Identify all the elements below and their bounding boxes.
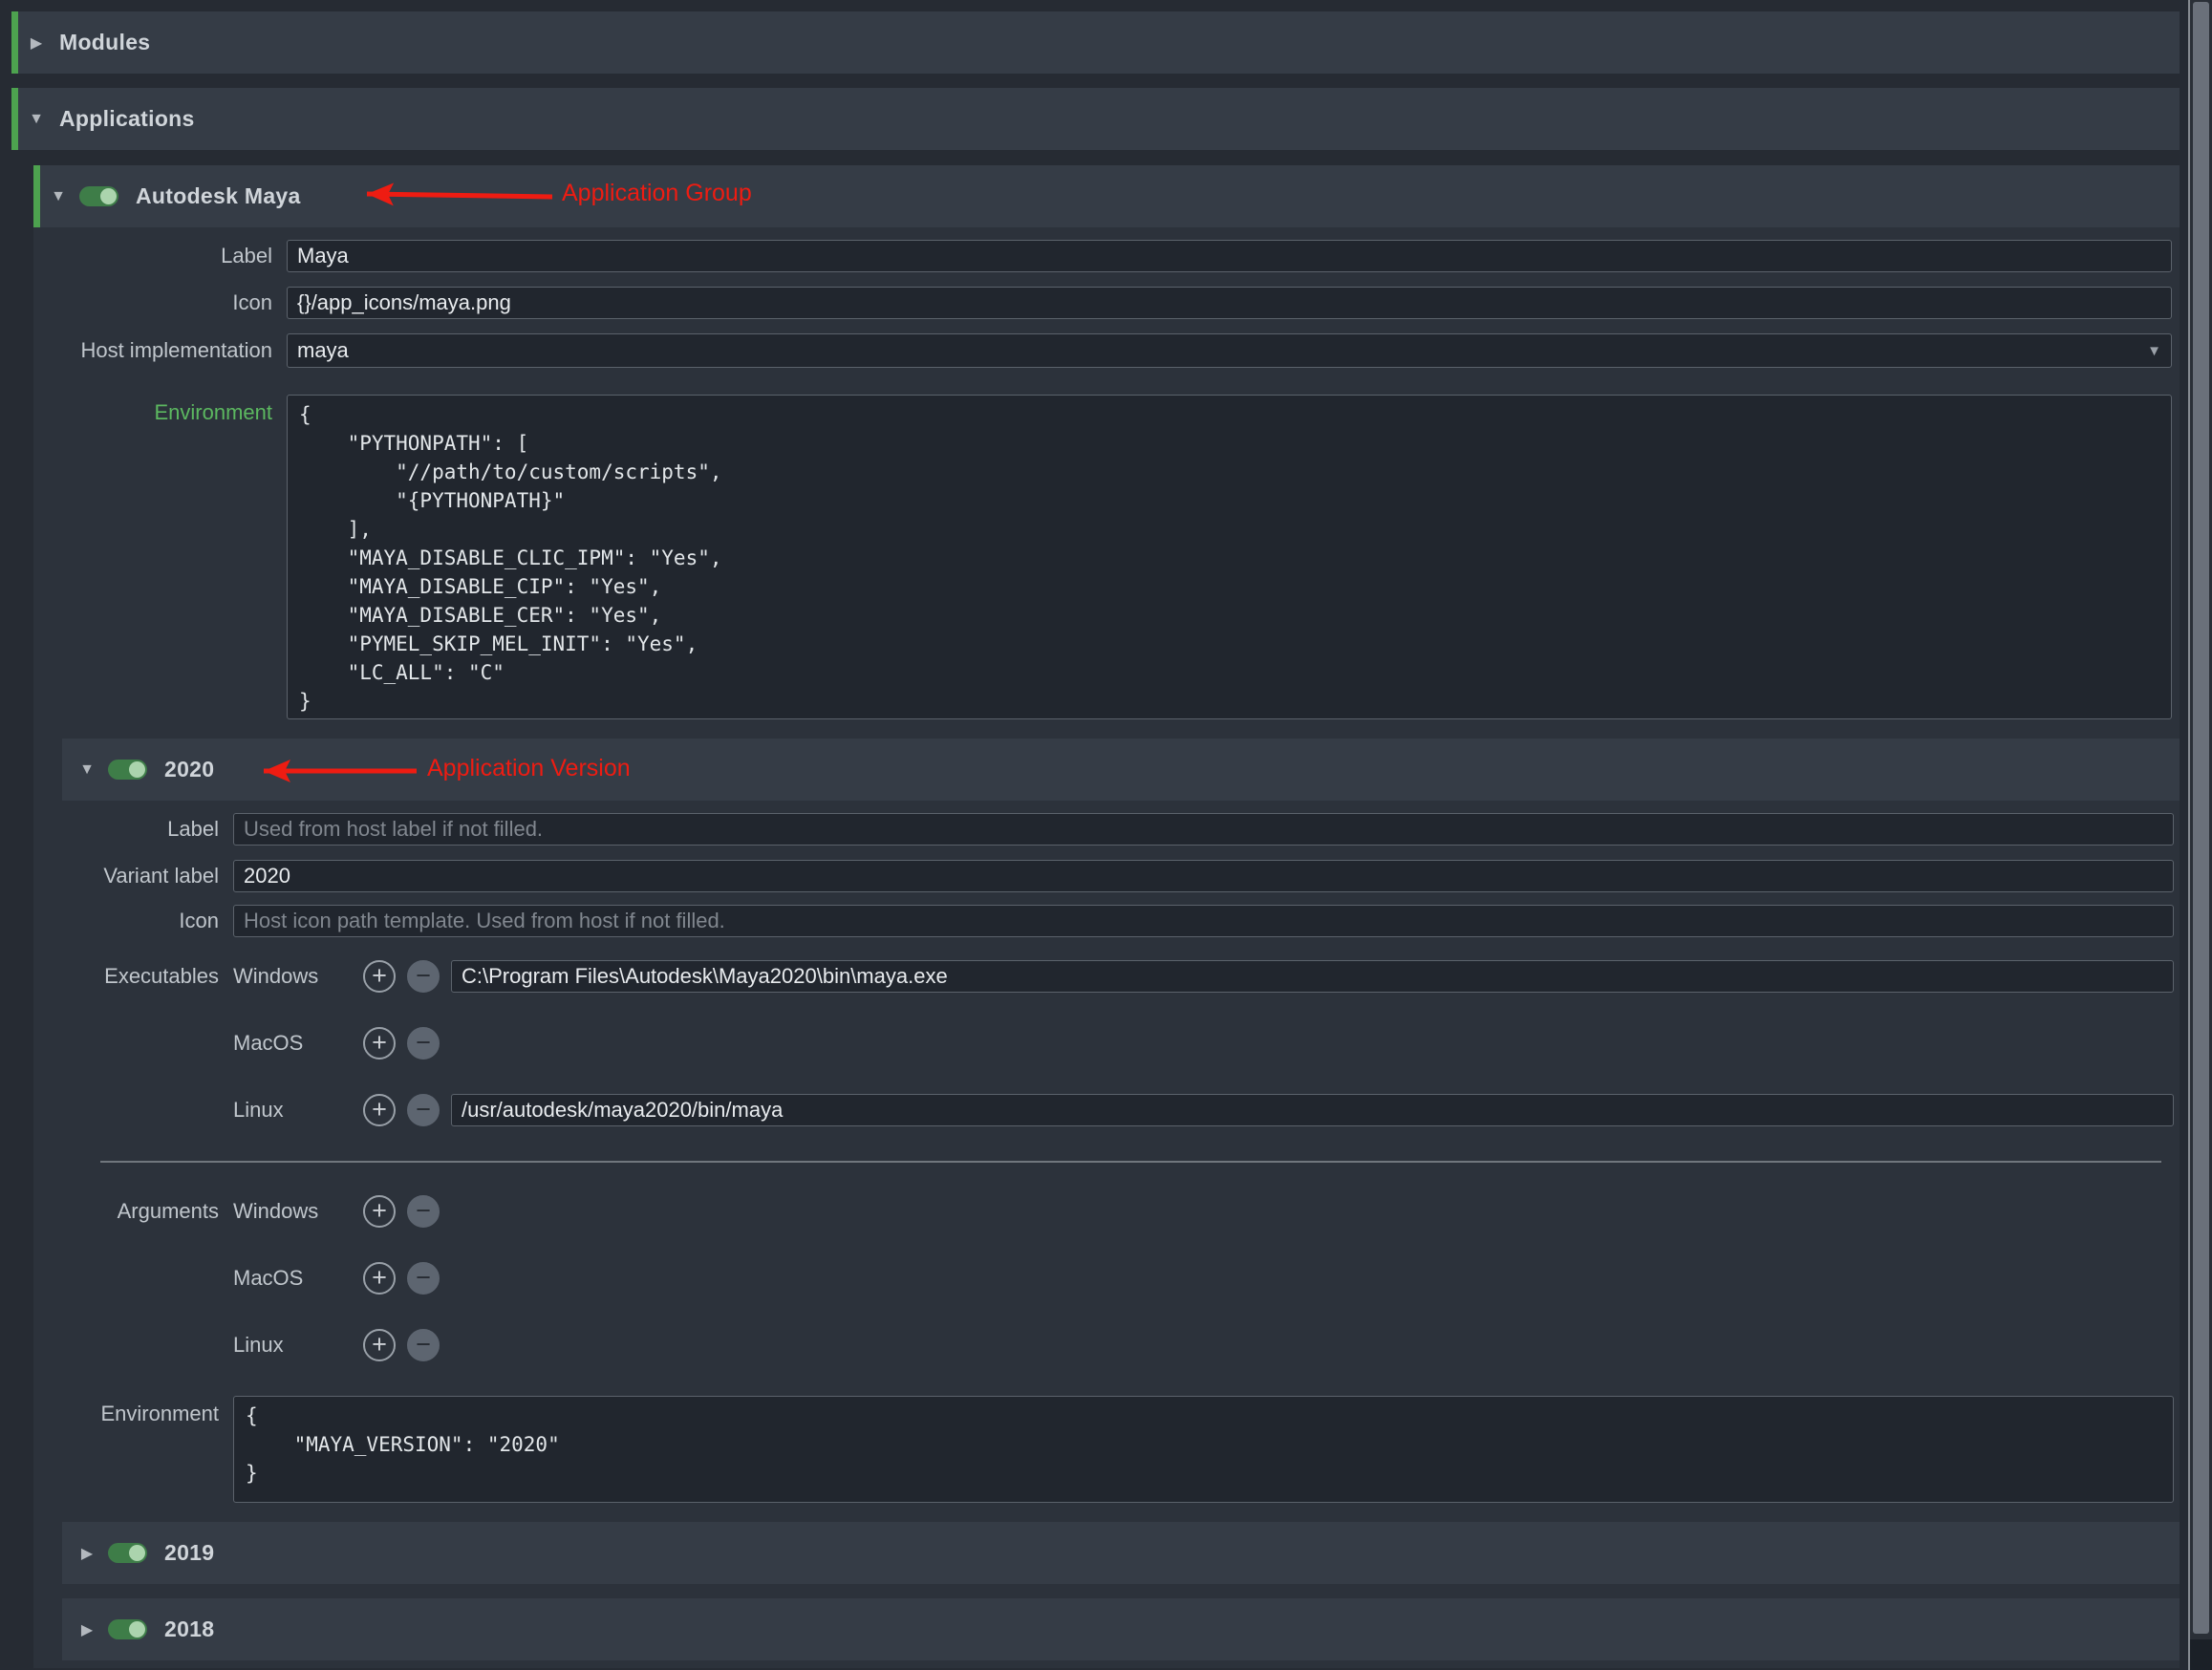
arguments-macos-add-button[interactable]: +: [363, 1262, 396, 1295]
executables-windows-input[interactable]: [451, 960, 2174, 993]
version-2019-toggle-knob: [129, 1545, 145, 1561]
modules-section-title: Modules: [59, 30, 150, 55]
version-2020-toggle[interactable]: [108, 760, 147, 780]
version-label-input[interactable]: [233, 813, 2174, 846]
executables-windows-add-button[interactable]: +: [363, 960, 396, 993]
maya-group: ▼ Autodesk Maya Label Icon Host implemen…: [33, 165, 2180, 1668]
applications-section-header[interactable]: ▼ Applications: [11, 88, 2180, 150]
version-2020-body: Label Variant label Icon Executables Win…: [62, 801, 2180, 1503]
maya-label-input[interactable]: [287, 240, 2172, 272]
maya-icon-input[interactable]: [287, 287, 2172, 319]
applications-section-title: Applications: [59, 106, 195, 132]
executables-windows-row: Executables Windows + −: [62, 960, 2174, 993]
version-2019-section: ▶ 2019: [62, 1522, 2180, 1584]
version-2018-section: ▶ 2018: [62, 1598, 2180, 1660]
version-2018-toggle[interactable]: [108, 1619, 147, 1639]
version-2018-toggle-knob: [129, 1621, 145, 1638]
version-icon-field-label: Icon: [62, 909, 219, 933]
version-2018-collapsed-caret-icon[interactable]: ▶: [75, 1620, 98, 1639]
maya-group-header[interactable]: ▼ Autodesk Maya: [33, 165, 2180, 227]
variant-label-input[interactable]: [233, 860, 2174, 892]
version-environment-label: Environment: [62, 1396, 219, 1426]
arguments-macos-remove-button[interactable]: −: [407, 1262, 440, 1295]
arguments-linux-label: Linux: [233, 1333, 363, 1358]
maya-expanded-caret-icon[interactable]: ▼: [47, 188, 70, 205]
host-implementation-value: maya: [297, 338, 349, 363]
executables-linux-input[interactable]: [451, 1094, 2174, 1126]
scrollbar-thumb[interactable]: [2193, 2, 2209, 1634]
maya-icon-row: Icon: [33, 287, 2180, 319]
host-implementation-select[interactable]: maya ▼: [287, 333, 2172, 368]
scrollbar-bottom: [2190, 1639, 2212, 1670]
executables-macos-row: MacOS + −: [62, 1027, 2174, 1060]
version-environment-row: Environment { "MAYA_VERSION": "2020" }: [62, 1396, 2174, 1503]
maya-environment-textarea[interactable]: { "PYTHONPATH": [ "//path/to/custom/scri…: [287, 395, 2172, 719]
version-2019-title: 2019: [164, 1540, 214, 1566]
variant-label-row: Variant label: [62, 860, 2174, 892]
version-2019-collapsed-caret-icon[interactable]: ▶: [75, 1544, 98, 1563]
executables-macos-add-button[interactable]: +: [363, 1027, 396, 1060]
maya-environment-label: Environment: [33, 395, 272, 425]
applications-expanded-caret-icon[interactable]: ▼: [25, 111, 48, 128]
arguments-windows-label: Windows: [233, 1199, 363, 1224]
arguments-windows-add-button[interactable]: +: [363, 1195, 396, 1228]
maya-group-body: Label Icon Host implementation maya ▼ En…: [33, 227, 2180, 1668]
modules-collapsed-caret-icon[interactable]: ▶: [25, 33, 48, 53]
version-2020-expanded-caret-icon[interactable]: ▼: [75, 761, 98, 779]
version-2020-section: ▼ 2020 Label Variant label Icon: [62, 739, 2180, 1503]
executables-windows-label: Windows: [233, 964, 363, 989]
executables-arguments-divider: [100, 1161, 2161, 1163]
version-label-field-label: Label: [62, 817, 219, 842]
version-2019-header[interactable]: ▶ 2019: [62, 1522, 2180, 1584]
version-2020-header[interactable]: ▼ 2020: [62, 739, 2180, 801]
host-implementation-label: Host implementation: [33, 338, 272, 363]
executables-macos-label: MacOS: [233, 1031, 363, 1056]
maya-group-title: Autodesk Maya: [136, 183, 301, 209]
arguments-linux-add-button[interactable]: +: [363, 1329, 396, 1361]
variant-label-field-label: Variant label: [62, 864, 219, 889]
maya-label-field-label: Label: [33, 244, 272, 268]
arguments-group-label: Arguments: [62, 1199, 219, 1224]
executables-linux-label: Linux: [233, 1098, 363, 1123]
modules-accent-bar: [11, 11, 18, 74]
version-icon-row: Icon: [62, 905, 2174, 937]
executables-macos-remove-button[interactable]: −: [407, 1027, 440, 1060]
version-2020-title: 2020: [164, 757, 214, 782]
scrollbar[interactable]: [2188, 0, 2212, 1670]
version-icon-input[interactable]: [233, 905, 2174, 937]
executables-group-label: Executables: [62, 964, 219, 989]
executables-windows-remove-button[interactable]: −: [407, 960, 440, 993]
arguments-macos-label: MacOS: [233, 1266, 363, 1291]
version-2019-toggle[interactable]: [108, 1543, 147, 1563]
maya-icon-field-label: Icon: [33, 290, 272, 315]
modules-section-header[interactable]: ▶ Modules: [11, 11, 2180, 74]
applications-accent-bar: [11, 88, 18, 150]
host-implementation-row: Host implementation maya ▼: [33, 333, 2180, 368]
maya-environment-row: Environment { "PYTHONPATH": [ "//path/to…: [33, 395, 2180, 719]
version-environment-textarea[interactable]: { "MAYA_VERSION": "2020" }: [233, 1396, 2174, 1503]
executables-linux-add-button[interactable]: +: [363, 1094, 396, 1126]
arguments-linux-remove-button[interactable]: −: [407, 1329, 440, 1361]
arguments-windows-remove-button[interactable]: −: [407, 1195, 440, 1228]
maya-toggle-knob: [100, 188, 117, 204]
arguments-windows-row: Arguments Windows + −: [62, 1195, 2174, 1228]
version-2018-title: 2018: [164, 1616, 214, 1642]
executables-linux-row: Linux + −: [62, 1094, 2174, 1126]
maya-label-row: Label: [33, 240, 2180, 272]
dropdown-arrow-icon: ▼: [2147, 343, 2161, 359]
maya-accent-bar: [33, 165, 40, 227]
settings-page: ▶ Modules ▼ Applications ▼ Autodesk Maya…: [0, 0, 2188, 1670]
version-2018-header[interactable]: ▶ 2018: [62, 1598, 2180, 1660]
version-2020-toggle-knob: [129, 761, 145, 778]
executables-linux-remove-button[interactable]: −: [407, 1094, 440, 1126]
arguments-linux-row: Linux + −: [62, 1329, 2174, 1361]
version-label-row: Label: [62, 813, 2174, 846]
arguments-macos-row: MacOS + −: [62, 1262, 2174, 1295]
maya-enabled-toggle[interactable]: [79, 186, 118, 206]
